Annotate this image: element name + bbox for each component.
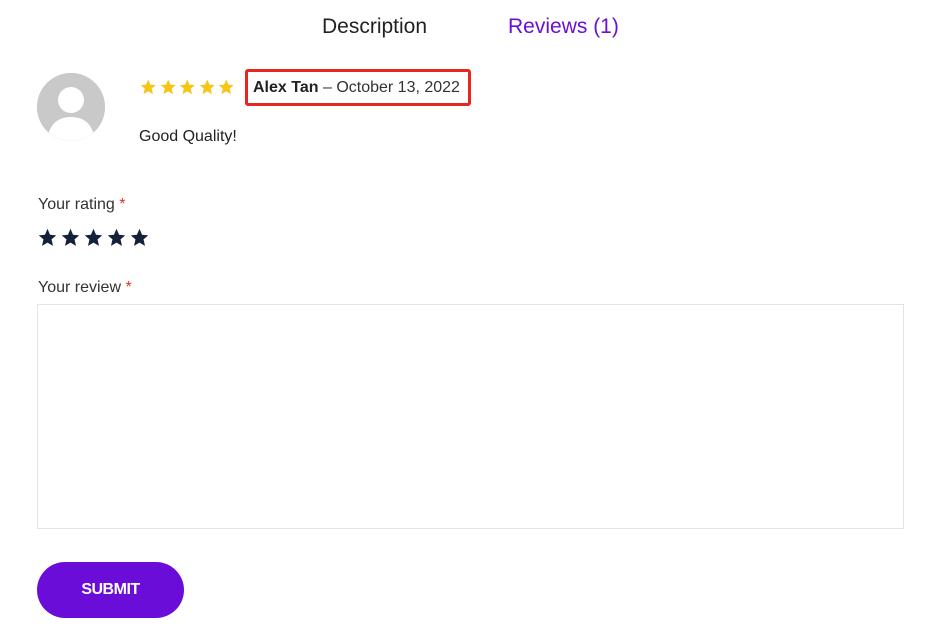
rating-star-5[interactable] xyxy=(129,227,150,248)
submit-button[interactable]: SUBMIT xyxy=(37,562,184,618)
rating-star-4[interactable] xyxy=(106,227,127,248)
product-tabs: Description Reviews (1) xyxy=(0,15,926,47)
star-icon xyxy=(84,228,103,246)
star-icon xyxy=(218,79,234,95)
star-icon xyxy=(61,228,80,246)
rating-star-2[interactable] xyxy=(60,227,81,248)
required-mark: * xyxy=(125,279,132,296)
star-icon xyxy=(179,79,195,95)
required-mark: * xyxy=(119,196,126,213)
star-icon xyxy=(140,79,156,95)
rating-star-1[interactable] xyxy=(37,227,58,248)
tab-reviews[interactable]: Reviews (1) xyxy=(508,15,619,39)
star-icon xyxy=(38,228,57,246)
review-author: Alex Tan xyxy=(253,79,319,96)
review-rating-stars xyxy=(139,78,236,96)
star-icon xyxy=(107,228,126,246)
rating-label-text: Your rating xyxy=(38,196,115,213)
review-date: October 13, 2022 xyxy=(336,79,460,96)
review-textarea[interactable] xyxy=(37,304,904,529)
review-label-text: Your review xyxy=(38,279,122,296)
star-icon xyxy=(130,228,149,246)
review-text: Good Quality! xyxy=(139,128,237,145)
star-icon xyxy=(199,79,215,95)
review-label: Your review * xyxy=(38,279,132,297)
meta-separator: – xyxy=(322,79,332,96)
rating-label: Your rating * xyxy=(38,196,125,214)
rating-input-stars xyxy=(37,227,150,248)
tab-description[interactable]: Description xyxy=(322,15,427,39)
rating-star-3[interactable] xyxy=(83,227,104,248)
user-avatar-icon xyxy=(37,73,105,141)
review-meta: Alex Tan – October 13, 2022 xyxy=(253,79,460,97)
star-icon xyxy=(160,79,176,95)
